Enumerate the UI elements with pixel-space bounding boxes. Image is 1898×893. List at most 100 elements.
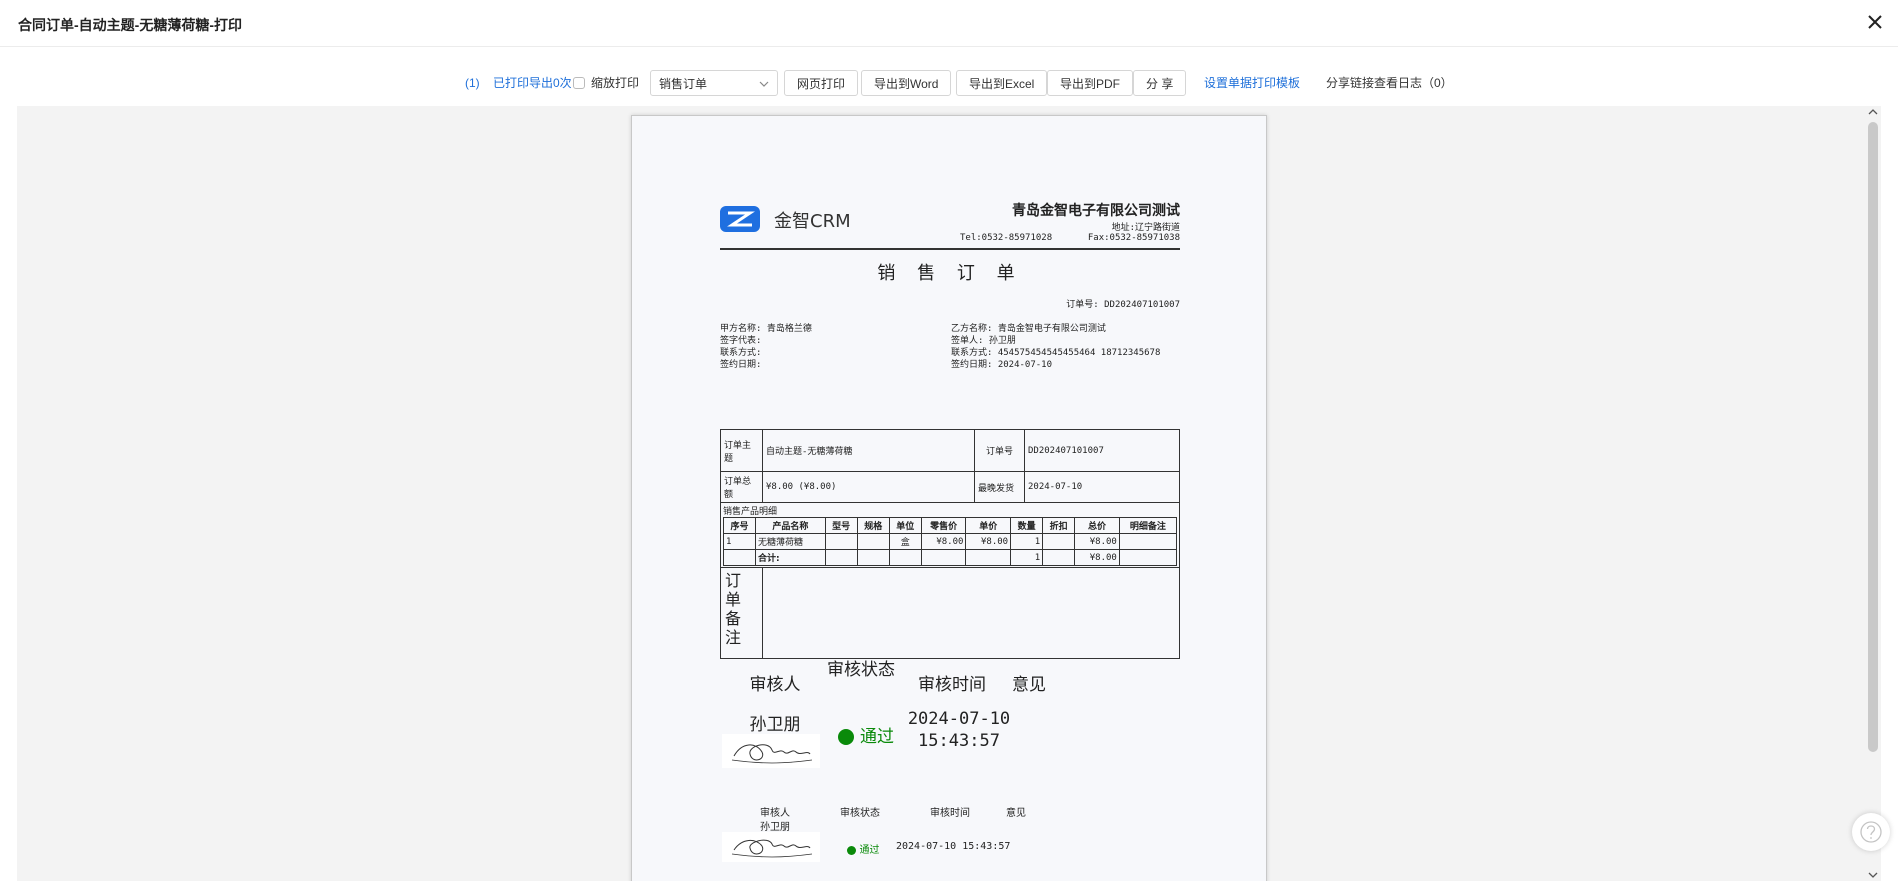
document-title: 销 售 订 单 bbox=[877, 263, 1023, 284]
scroll-up-icon[interactable] bbox=[1868, 108, 1878, 116]
review-header-status-small: 审核状态 bbox=[840, 808, 880, 819]
set-template-link[interactable]: 设置单据打印模板 bbox=[1204, 70, 1300, 96]
party-b-line: 联系方式: 454575454545455464 18712345678 bbox=[951, 348, 1161, 358]
dialog-header: 合同订单-自动主题-无糖薄荷糖-打印 bbox=[0, 0, 1898, 47]
header-divider bbox=[720, 248, 1180, 250]
review-status-text: 通过 bbox=[860, 727, 894, 747]
table-cell: 盒 bbox=[888, 533, 922, 550]
question-icon bbox=[1860, 821, 1882, 843]
reviewer-name-small: 孙卫朋 bbox=[760, 822, 790, 833]
party-a-line: 甲方名称: 青岛格兰德 bbox=[720, 324, 812, 334]
table-row: 1 无糖薄荷糖 盒 ¥8.00 ¥8.00 1 ¥8.00 bbox=[722, 533, 1178, 550]
table-cell bbox=[1042, 533, 1076, 550]
review-status-small: 通过 bbox=[838, 841, 888, 856]
vertical-scrollbar[interactable] bbox=[1865, 106, 1881, 881]
table-cell bbox=[824, 533, 858, 550]
printed-count-link[interactable]: 已打印导出0次 bbox=[493, 70, 572, 96]
approved-dot-icon bbox=[838, 729, 854, 745]
table-cell bbox=[920, 549, 967, 566]
company-fax: Fax:0532-85971038 bbox=[1087, 233, 1180, 243]
column-header: 单位 bbox=[888, 517, 922, 534]
template-select-value: 销售订单 bbox=[659, 77, 708, 91]
table-cell: ¥8.00 bbox=[1074, 533, 1120, 550]
product-header-row: 序号 产品名称 型号 规格 单位 零售价 单价 数量 折扣 总价 明细备注 bbox=[722, 517, 1178, 534]
scrollbar-thumb[interactable] bbox=[1868, 122, 1878, 752]
table-cell bbox=[888, 549, 922, 566]
review-status-text-small: 通过 bbox=[859, 845, 880, 856]
table-cell bbox=[1118, 549, 1178, 566]
table-cell bbox=[856, 549, 890, 566]
review-header-reviewer: 审核人 bbox=[749, 675, 801, 695]
order-info-table: 订单主题 自动主题-无糖薄荷糖 订单号 DD202407101007 订单总额 … bbox=[720, 429, 1180, 568]
total-value: ¥8.00 (¥8.00) bbox=[762, 471, 975, 503]
logo-mark-icon bbox=[720, 206, 760, 232]
export-pdf-button[interactable]: 导出到PDF bbox=[1047, 70, 1134, 96]
party-b-line: 签单人: 孙卫朋 bbox=[951, 336, 1016, 346]
column-header: 数量 bbox=[1010, 517, 1044, 534]
table-cell bbox=[965, 549, 1012, 566]
export-excel-button[interactable]: 导出到Excel bbox=[956, 70, 1048, 96]
party-b-line: 乙方名称: 青岛金智电子有限公司测试 bbox=[951, 324, 1106, 334]
order-memo-box: 订 单 备 注 bbox=[720, 567, 1180, 659]
column-header: 产品名称 bbox=[755, 517, 826, 534]
share-log-link[interactable]: 分享链接查看日志（0） bbox=[1326, 70, 1453, 96]
review-header-status: 审核状态 bbox=[827, 660, 895, 680]
table-cell: 无糖薄荷糖 bbox=[755, 533, 826, 550]
review-header-reviewer-small: 审核人 bbox=[760, 808, 790, 819]
table-cell: 1 bbox=[1010, 533, 1044, 550]
review-header-opinion: 意见 bbox=[1012, 675, 1046, 695]
help-button[interactable] bbox=[1852, 813, 1890, 851]
share-button[interactable]: 分 享 bbox=[1133, 70, 1187, 96]
table-cell: 1 bbox=[722, 533, 757, 550]
review-status: 通过 bbox=[826, 722, 906, 747]
order-number: 订单号: DD202407101007 bbox=[1066, 300, 1180, 310]
party-a-line: 联系方式: bbox=[720, 348, 762, 358]
column-header: 明细备注 bbox=[1118, 517, 1178, 534]
review-header-time: 审核时间 bbox=[918, 675, 986, 695]
table-cell: ¥8.00 bbox=[920, 533, 967, 550]
column-header: 单价 bbox=[965, 517, 1012, 534]
export-word-button[interactable]: 导出到Word bbox=[861, 70, 952, 96]
table-cell bbox=[1042, 549, 1076, 566]
detail-label: 销售产品明细 bbox=[723, 507, 778, 517]
dialog-title: 合同订单-自动主题-无糖薄荷糖-打印 bbox=[18, 17, 242, 33]
table-cell bbox=[856, 533, 890, 550]
ship-label: 最晚发货 bbox=[974, 471, 1025, 503]
column-header: 序号 bbox=[722, 517, 757, 534]
total-label-cell: 合计: bbox=[755, 549, 826, 566]
company-name: 青岛金智电子有限公司测试 bbox=[1012, 203, 1180, 219]
company-tel: Tel:0532-85971028 bbox=[960, 233, 1053, 243]
column-header: 总价 bbox=[1074, 517, 1120, 534]
review-time: 2024-07-10 15:43:57 bbox=[907, 709, 1011, 751]
total-row: 合计: 1 ¥8.00 bbox=[722, 549, 1178, 566]
close-icon[interactable] bbox=[1864, 11, 1886, 33]
column-header: 规格 bbox=[856, 517, 890, 534]
chevron-down-icon bbox=[759, 81, 769, 87]
print-preview-area[interactable]: 金智CRM 青岛金智电子有限公司测试 地址:辽宁路街道 Tel:0532-859… bbox=[17, 106, 1881, 881]
web-print-button[interactable]: 网页打印 bbox=[784, 70, 859, 96]
party-b-line: 签约日期: 2024-07-10 bbox=[951, 360, 1053, 370]
column-header: 型号 bbox=[824, 517, 858, 534]
table-cell bbox=[824, 549, 858, 566]
order-no-value: DD202407101007 bbox=[1024, 429, 1180, 472]
review-header-opinion-small: 意见 bbox=[1006, 808, 1026, 819]
table-cell: ¥8.00 bbox=[965, 533, 1012, 550]
table-cell: 1 bbox=[1010, 549, 1044, 566]
subject-value: 自动主题-无糖薄荷糖 bbox=[762, 429, 975, 472]
table-cell bbox=[1118, 533, 1178, 550]
print-count-link[interactable]: (1) bbox=[465, 70, 480, 96]
product-detail-cell: 销售产品明细 序号 产品名称 型号 规格 单位 零售价 单价 数量 折扣 总价 … bbox=[720, 502, 1180, 568]
checkbox-icon[interactable] bbox=[573, 77, 585, 89]
party-a-line: 签字代表: bbox=[720, 336, 762, 346]
signature-image bbox=[722, 734, 820, 768]
reviewer-name: 孙卫朋 bbox=[749, 715, 801, 735]
template-select[interactable]: 销售订单 bbox=[650, 70, 778, 96]
zoom-print-checkbox[interactable]: 缩放打印 bbox=[573, 70, 639, 96]
print-toolbar: (1) 已打印导出0次 缩放打印 销售订单 网页打印 导出到Word 导出到Ex… bbox=[0, 62, 1898, 104]
table-cell bbox=[722, 549, 757, 566]
scroll-down-icon[interactable] bbox=[1868, 871, 1878, 879]
memo-label: 订 单 备 注 bbox=[721, 568, 763, 658]
signature-image-small bbox=[722, 832, 820, 862]
order-no-label: 订单号 bbox=[974, 429, 1025, 472]
company-address: 地址:辽宁路街道 bbox=[1111, 223, 1180, 233]
